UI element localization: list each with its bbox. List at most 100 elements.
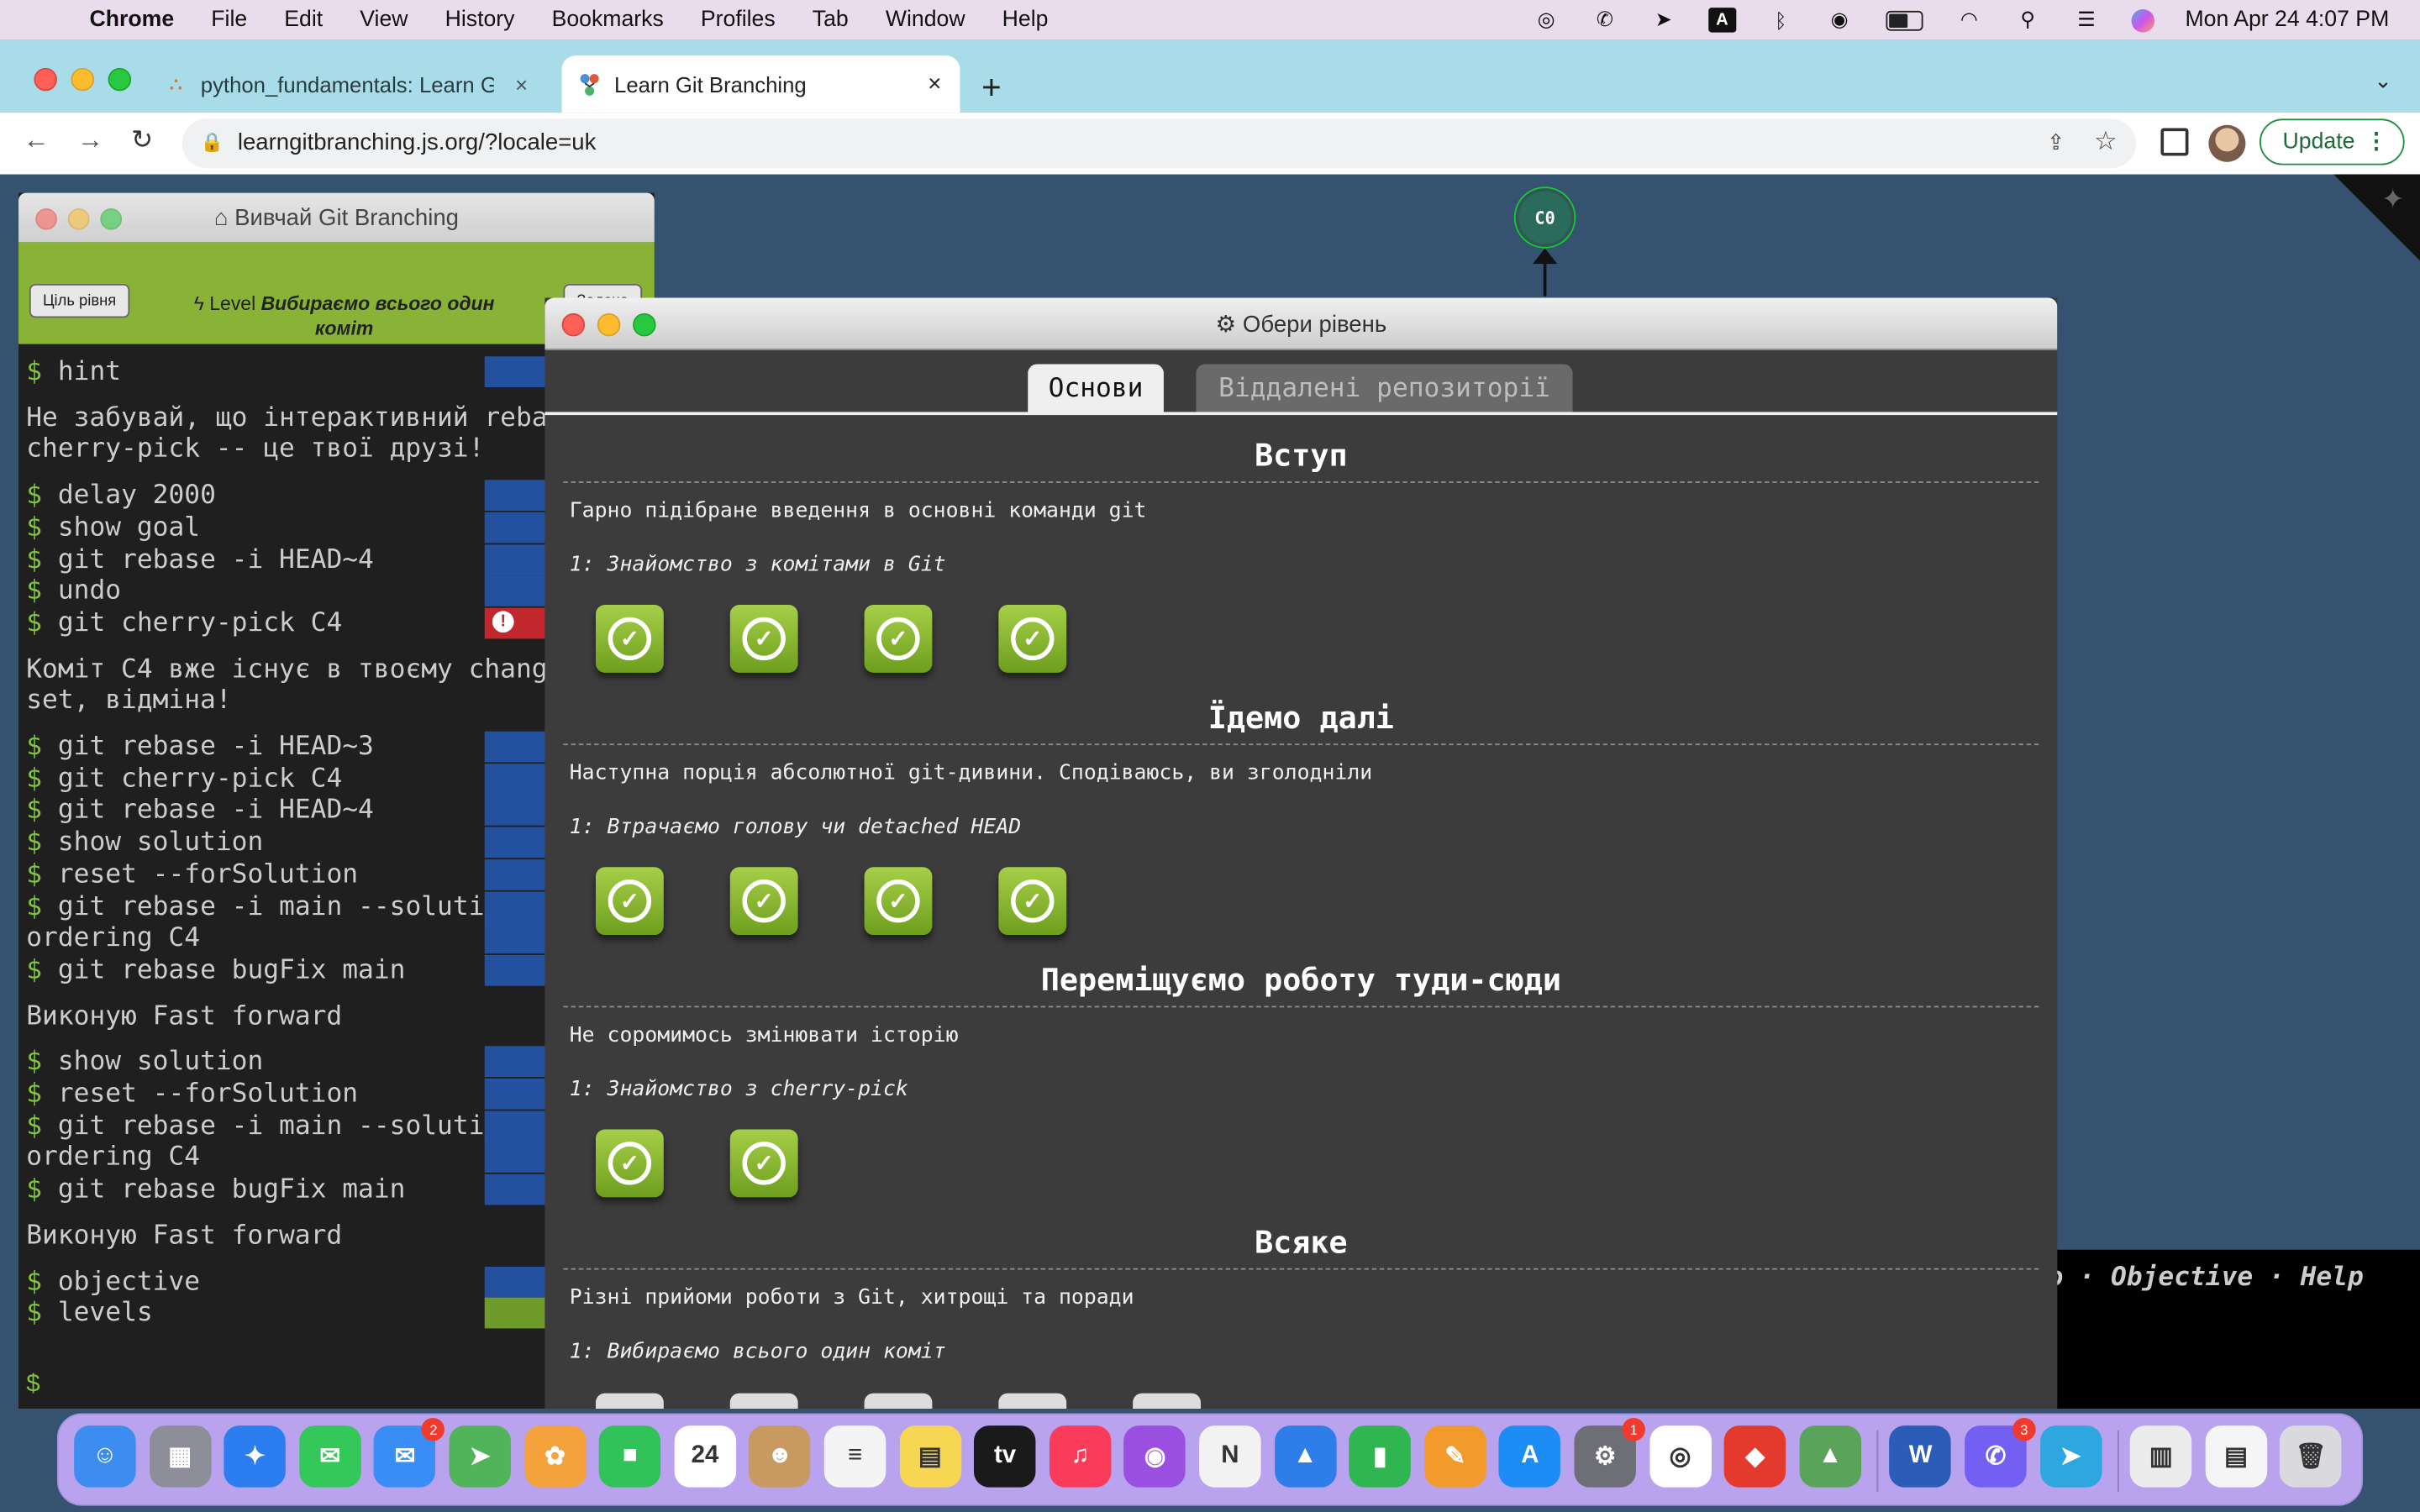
new-tab-button[interactable]: + bbox=[981, 68, 1002, 108]
level-completed-button[interactable]: ✓ bbox=[729, 605, 798, 673]
zoom-window-button[interactable] bbox=[108, 67, 132, 92]
level-completed-button[interactable]: ✓ bbox=[864, 605, 933, 673]
close-window-button[interactable] bbox=[34, 67, 57, 92]
control-center-icon[interactable]: ☰ bbox=[2072, 8, 2100, 32]
tab-learn-git-branching[interactable]: Learn Git Branching × bbox=[561, 55, 960, 113]
level-button[interactable] bbox=[1133, 1393, 1201, 1409]
launchpad-icon[interactable]: ▦ bbox=[149, 1425, 211, 1488]
share-icon[interactable]: ⇪ bbox=[2047, 129, 2065, 155]
menu-app-name[interactable]: Chrome bbox=[90, 8, 175, 32]
podcasts-icon[interactable]: ◉ bbox=[1123, 1425, 1186, 1488]
facetime-icon[interactable]: ■ bbox=[598, 1425, 661, 1488]
url-text[interactable]: learngitbranching.js.org/?locale=uk bbox=[238, 129, 597, 155]
viber-icon[interactable]: ✆ 3 bbox=[1965, 1417, 2036, 1488]
menu-view[interactable]: View bbox=[360, 8, 408, 32]
safari-icon[interactable]: ✦ bbox=[224, 1425, 287, 1488]
viber-status-icon[interactable]: ✆ bbox=[1591, 8, 1618, 32]
spotlight-search-icon[interactable]: ⚲ bbox=[2014, 8, 2042, 32]
level-completed-button[interactable]: ✓ bbox=[729, 867, 798, 936]
puzzle-icon[interactable]: ✦ bbox=[2381, 184, 2405, 217]
input-source-icon[interactable]: A bbox=[1707, 8, 1736, 33]
level-completed-button[interactable]: ✓ bbox=[864, 867, 933, 936]
mail-icon[interactable]: ✉ 2 bbox=[374, 1417, 445, 1488]
apple-tv-icon[interactable]: tv bbox=[974, 1425, 1036, 1488]
menu-edit[interactable]: Edit bbox=[284, 8, 323, 32]
level-completed-button[interactable]: ✓ bbox=[595, 867, 664, 936]
notes-icon[interactable]: ▤ bbox=[899, 1425, 961, 1488]
level-completed-button[interactable]: ✓ bbox=[595, 605, 664, 673]
menu-bookmarks[interactable]: Bookmarks bbox=[552, 8, 664, 32]
lock-icon[interactable]: 🔒 bbox=[201, 131, 224, 153]
tab-basics[interactable]: Основи bbox=[1028, 364, 1164, 414]
back-arrow-icon[interactable]: ← bbox=[24, 125, 50, 156]
reminders-icon[interactable]: ≡ bbox=[823, 1425, 886, 1488]
accessibility-status-icon[interactable]: ◎ bbox=[1533, 8, 1560, 32]
menu-window[interactable]: Window bbox=[886, 8, 965, 32]
tab-python-fundamentals[interactable]: ⛬ python_fundamentals: Learn Git × bbox=[164, 55, 550, 113]
calendar-icon[interactable]: 24 bbox=[674, 1425, 736, 1488]
tab-close-icon[interactable]: × bbox=[928, 71, 941, 97]
dialog-title: ⚙ Обери рівень bbox=[544, 310, 2057, 338]
forward-arrow-icon[interactable]: → bbox=[77, 125, 103, 156]
user-status-icon[interactable]: ◉ bbox=[1826, 8, 1854, 32]
music-icon[interactable]: ♫ bbox=[1049, 1425, 1112, 1488]
menu-help[interactable]: Help bbox=[1002, 8, 1049, 32]
address-bar[interactable]: 🔒 learngitbranching.js.org/?locale=uk ⇪ … bbox=[182, 118, 2137, 169]
profile-avatar[interactable] bbox=[2208, 124, 2246, 162]
level-goal-button[interactable]: Ціль рівня bbox=[29, 283, 130, 318]
battery-icon[interactable] bbox=[1884, 8, 1924, 32]
menu-profiles[interactable]: Profiles bbox=[701, 8, 776, 32]
app-store-icon[interactable]: A bbox=[1499, 1425, 1561, 1488]
level-button[interactable] bbox=[729, 1393, 798, 1409]
level-completed-button[interactable]: ✓ bbox=[998, 605, 1067, 673]
bluetooth-icon[interactable]: ᛒ bbox=[1767, 8, 1795, 32]
telegram-icon[interactable]: ➤ bbox=[2039, 1425, 2102, 1488]
system-preferences-icon[interactable]: ⚙ 1 bbox=[1574, 1417, 1645, 1488]
numbers-icon[interactable]: ▮ bbox=[1349, 1425, 1412, 1488]
pages-icon[interactable]: ✎ bbox=[1423, 1425, 1486, 1488]
trash-icon[interactable]: 🗑 bbox=[2280, 1425, 2343, 1488]
section-description: Не соромимось змінювати історію bbox=[569, 1022, 959, 1048]
level-completed-button[interactable]: ✓ bbox=[729, 1129, 798, 1198]
minimize-window-button[interactable] bbox=[71, 67, 95, 92]
level-button[interactable] bbox=[998, 1393, 1067, 1409]
commit-node[interactable]: C0 bbox=[1515, 188, 1575, 247]
finder-icon[interactable]: ☺ bbox=[74, 1425, 136, 1488]
word-icon[interactable]: W bbox=[1889, 1425, 1952, 1488]
reload-icon[interactable]: ↻ bbox=[131, 125, 153, 156]
bookmark-star-icon[interactable]: ☆ bbox=[2094, 127, 2118, 158]
messages-icon[interactable]: ✉ bbox=[298, 1425, 361, 1488]
app-lite-icon[interactable]: ▲ bbox=[1799, 1425, 1861, 1488]
side-panel-icon[interactable] bbox=[2160, 128, 2189, 156]
level-button[interactable] bbox=[864, 1393, 933, 1409]
level-completed-button[interactable]: ✓ bbox=[595, 1129, 664, 1198]
update-button[interactable]: Update ⋮ bbox=[2259, 118, 2405, 165]
photos-icon[interactable]: ✿ bbox=[523, 1425, 587, 1488]
menubar-clock[interactable]: Mon Apr 24 4:07 PM bbox=[2185, 8, 2389, 32]
telegram-status-icon[interactable]: ➤ bbox=[1649, 8, 1677, 32]
repo-favicon-icon: ⛬ bbox=[169, 72, 183, 95]
siri-icon[interactable] bbox=[2131, 8, 2154, 32]
terminal-command: $ reset --forSolution bbox=[26, 1078, 359, 1110]
menu-tab[interactable]: Tab bbox=[813, 8, 849, 32]
maps-icon[interactable]: ➤ bbox=[449, 1425, 511, 1488]
menu-file[interactable]: File bbox=[211, 8, 247, 32]
document-icon[interactable]: ▤ bbox=[2205, 1425, 2267, 1488]
terminal-command: $ git cherry-pick C4 bbox=[26, 607, 343, 639]
level-completed-button[interactable]: ✓ bbox=[998, 867, 1067, 936]
level-button[interactable] bbox=[595, 1393, 664, 1409]
chrome-menu-icon[interactable]: ⋮ bbox=[2365, 129, 2388, 154]
chrome-icon[interactable]: ◎ bbox=[1649, 1425, 1712, 1488]
tab-close-icon[interactable]: × bbox=[515, 71, 528, 96]
archive-icon[interactable]: ▥ bbox=[2130, 1425, 2192, 1488]
anydesk-icon[interactable]: ◆ bbox=[1723, 1425, 1786, 1488]
corner-ribbon[interactable] bbox=[2333, 174, 2420, 261]
tab-remote-repositories[interactable]: Віддалені репозиторії bbox=[1196, 364, 1573, 414]
news-icon[interactable]: N bbox=[1199, 1425, 1261, 1488]
tab-search-chevron-down-icon[interactable]: ⌄ bbox=[2374, 68, 2392, 94]
wifi-icon[interactable]: ◠ bbox=[1955, 8, 1983, 32]
keynote-icon[interactable]: ▲ bbox=[1274, 1425, 1336, 1488]
menu-history[interactable]: History bbox=[445, 8, 515, 32]
contacts-icon[interactable]: ☻ bbox=[749, 1425, 812, 1488]
terminal-prompt[interactable]: $ bbox=[26, 1372, 39, 1399]
